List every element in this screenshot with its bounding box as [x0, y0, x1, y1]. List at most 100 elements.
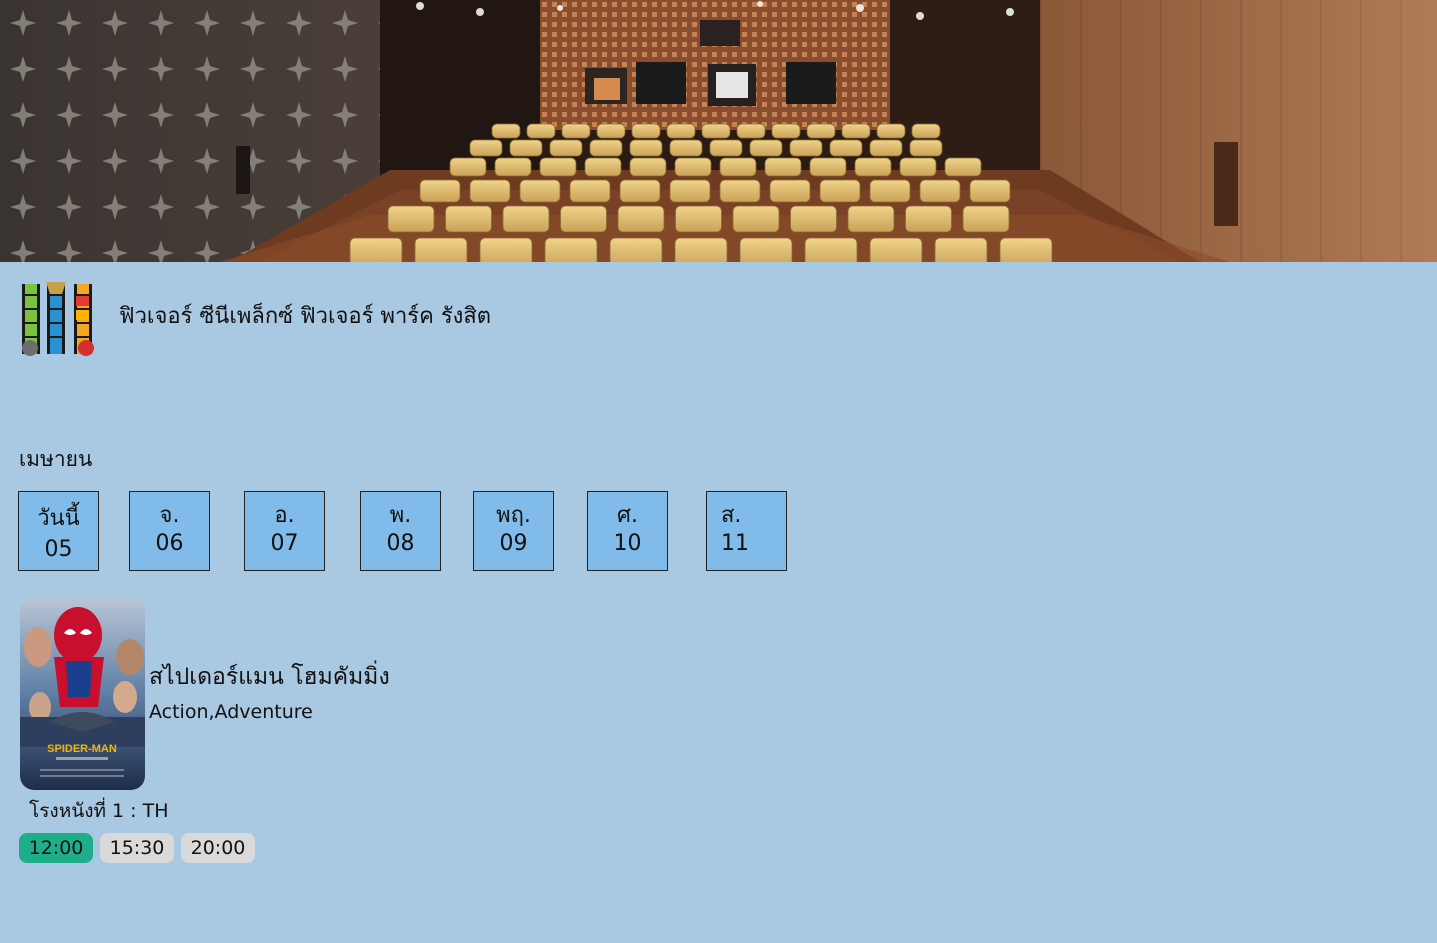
seat — [749, 139, 783, 157]
seat — [719, 179, 761, 203]
seat — [905, 205, 952, 233]
day-name: ส. — [721, 503, 742, 528]
seat — [934, 237, 988, 262]
day-button-tue[interactable]: อ. 07 — [244, 491, 325, 571]
seat — [869, 237, 923, 262]
seat — [666, 123, 696, 139]
day-date: 08 — [386, 531, 415, 556]
seat — [806, 123, 836, 139]
seat — [414, 237, 468, 262]
seat — [847, 205, 895, 233]
seat — [669, 139, 703, 157]
seat — [349, 237, 403, 262]
showtime-button[interactable]: 20:00 — [181, 833, 255, 863]
day-date: 11 — [721, 531, 749, 556]
day-date: 09 — [499, 531, 528, 556]
day-button-sat[interactable]: ส. 11 — [706, 491, 787, 571]
seat — [609, 237, 663, 262]
seat — [919, 179, 961, 203]
seat — [619, 179, 661, 203]
seat — [526, 123, 556, 139]
poster-title: SPIDER-MAN — [47, 743, 117, 755]
seat — [709, 139, 743, 157]
seat — [560, 205, 607, 233]
movie-title[interactable]: สไปเดอร์แมน โฮมคัมมิ่ง — [149, 661, 390, 693]
seat — [449, 157, 487, 177]
seat — [502, 205, 550, 233]
seat — [701, 123, 731, 139]
seat — [539, 157, 577, 177]
seat — [675, 205, 722, 233]
seat — [544, 237, 598, 262]
day-button-mon[interactable]: จ. 06 — [129, 491, 210, 571]
movie-genre: Action,Adventure — [149, 701, 313, 723]
cinema-name: ฟิวเจอร์ ซีนีเพล็กซ์ ฟิวเจอร์ พาร์ค รังส… — [119, 304, 492, 329]
seat — [387, 205, 435, 233]
day-name: จ. — [159, 503, 180, 528]
seat — [494, 157, 532, 177]
seat — [491, 123, 521, 139]
day-date: 06 — [155, 531, 184, 556]
day-name: วันนี้ — [37, 506, 80, 531]
day-name: อ. — [274, 503, 295, 528]
seat — [629, 139, 663, 157]
seat — [869, 139, 903, 157]
seat — [569, 179, 611, 203]
seat — [841, 123, 871, 139]
seat — [419, 179, 461, 203]
seat — [969, 179, 1011, 203]
seat — [719, 157, 757, 177]
seat — [790, 205, 837, 233]
day-button-thu[interactable]: พฤ. 09 — [473, 491, 554, 571]
seat — [469, 139, 503, 157]
movie-poster[interactable]: SPIDER-MAN — [20, 597, 145, 790]
seat — [804, 237, 858, 262]
day-name: พฤ. — [496, 503, 531, 528]
seat — [629, 157, 667, 177]
day-button-fri[interactable]: ศ. 10 — [587, 491, 668, 571]
seat — [445, 205, 492, 233]
day-button-today[interactable]: วันนี้ 05 — [18, 491, 99, 571]
seat — [769, 179, 811, 203]
seat — [944, 157, 982, 177]
seat — [771, 123, 801, 139]
day-name: พ. — [389, 503, 412, 528]
seat — [829, 139, 863, 157]
movie-poster-image: SPIDER-MAN — [20, 597, 145, 790]
theater-label: โรงหนังที่ 1 : TH — [29, 800, 169, 822]
hero-banner — [0, 0, 1437, 262]
seat — [674, 157, 712, 177]
seat — [909, 139, 943, 157]
seat — [631, 123, 661, 139]
seat — [911, 123, 941, 139]
day-button-wed[interactable]: พ. 08 — [360, 491, 441, 571]
seat — [809, 157, 847, 177]
cinema-logo — [18, 280, 98, 358]
seat — [589, 139, 623, 157]
seat — [899, 157, 937, 177]
seat — [674, 237, 728, 262]
showtime-button-selected[interactable]: 12:00 — [19, 833, 93, 863]
seat — [509, 139, 543, 157]
film-strip-logo-icon — [22, 282, 94, 356]
day-date: 05 — [44, 537, 73, 562]
month-label: เมษายน — [19, 447, 93, 471]
seat — [764, 157, 802, 177]
seat — [549, 139, 583, 157]
seat — [869, 179, 911, 203]
seat — [739, 237, 793, 262]
seat — [736, 123, 766, 139]
seat — [789, 139, 823, 157]
seat — [479, 237, 533, 262]
seat — [469, 179, 511, 203]
showtime-button[interactable]: 15:30 — [100, 833, 174, 863]
day-date: 10 — [613, 531, 642, 556]
cinema-hall-image — [0, 0, 1437, 262]
seat — [854, 157, 892, 177]
seat — [561, 123, 591, 139]
seat — [519, 179, 561, 203]
seat — [732, 205, 780, 233]
seat — [596, 123, 626, 139]
day-name: ศ. — [617, 503, 638, 528]
seat — [876, 123, 906, 139]
